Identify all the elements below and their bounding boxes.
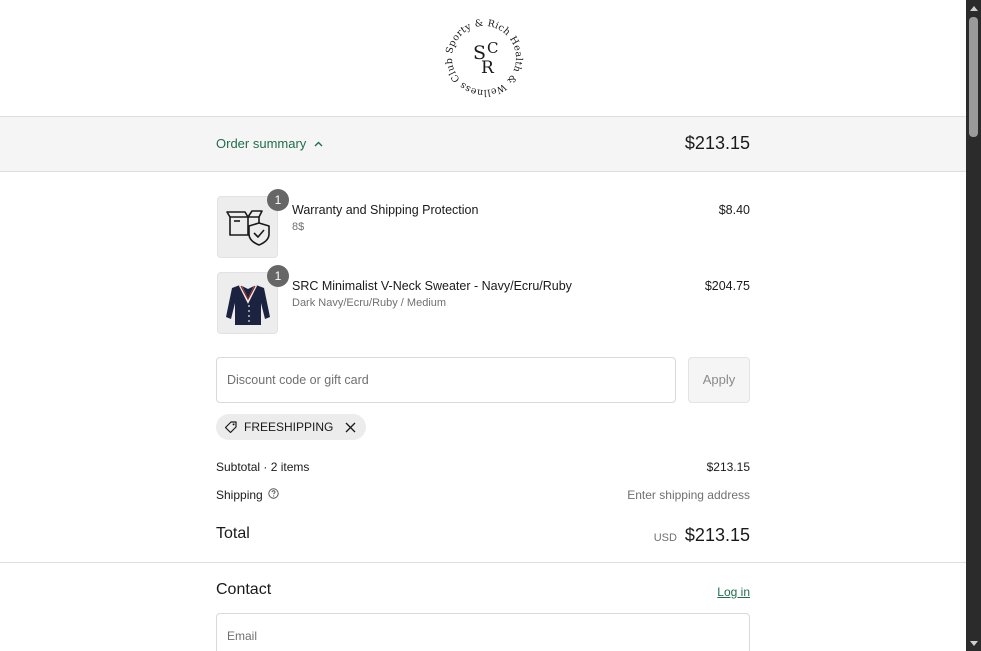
item-title: SRC Minimalist V-Neck Sweater - Navy/Ecr… xyxy=(292,279,572,293)
svg-text:R: R xyxy=(481,58,495,78)
subtotal-value: $213.15 xyxy=(706,460,750,474)
scrollbar-thumb[interactable] xyxy=(969,17,978,137)
help-icon[interactable] xyxy=(268,488,279,502)
subtotal-label: Subtotal · 2 items xyxy=(216,460,310,474)
total-value-group: USD $213.15 xyxy=(654,525,750,546)
shipping-label: Shipping xyxy=(216,488,263,502)
applied-discount-tag: FREESHIPPING xyxy=(216,414,367,440)
discount-code-label: FREESHIPPING xyxy=(244,420,334,434)
item-variant: Dark Navy/Ecru/Ruby / Medium xyxy=(292,297,447,309)
login-link[interactable]: Log in xyxy=(717,585,750,599)
currency-code: USD xyxy=(653,532,677,544)
quantity-badge: 1 xyxy=(267,265,289,287)
section-divider xyxy=(0,562,966,563)
item-price: $8.40 xyxy=(718,203,750,217)
header: Sporty & Rich Health & Wellness Club S C… xyxy=(0,0,966,117)
line-item: 1 SRC Minimalist V-Neck Sweater - Navy/E… xyxy=(216,265,750,336)
logo-seal: Sporty & Rich Health & Wellness Club S C… xyxy=(444,18,524,98)
product-thumbnail: 1 xyxy=(217,189,289,258)
item-price: $204.75 xyxy=(704,279,750,293)
contact-heading: Contact xyxy=(216,581,272,598)
order-summary-total: $213.15 xyxy=(684,133,750,153)
order-summary-toggle[interactable]: Order summary xyxy=(216,136,323,151)
discount-placeholder: Discount code or gift card xyxy=(227,373,369,387)
total-label: Total xyxy=(216,525,250,542)
total-amount: $213.15 xyxy=(684,525,750,545)
shipping-label-group: Shipping xyxy=(216,488,279,502)
order-summary-label: Order summary xyxy=(216,136,307,151)
scroll-down-arrow-icon[interactable] xyxy=(966,635,981,651)
email-field[interactable]: Email xyxy=(216,613,750,651)
chevron-up-icon xyxy=(314,141,323,147)
item-variant: 8$ xyxy=(292,221,305,233)
order-summary-bar: Order summary $213.15 xyxy=(0,117,966,172)
product-thumbnail: 1 xyxy=(217,265,289,334)
discount-code-input[interactable]: Discount code or gift card xyxy=(216,357,676,403)
svg-text:C: C xyxy=(487,39,498,57)
item-title: Warranty and Shipping Protection xyxy=(292,203,479,217)
close-icon[interactable] xyxy=(345,422,356,433)
shipping-value: Enter shipping address xyxy=(627,488,750,502)
line-item: 1 Warranty and Shipping Protection 8$ $8… xyxy=(216,189,750,260)
brand-logo[interactable]: Sporty & Rich Health & Wellness Club S C… xyxy=(441,15,527,101)
apply-button[interactable]: Apply xyxy=(688,357,750,403)
email-placeholder: Email xyxy=(227,629,258,643)
tag-icon xyxy=(224,420,238,434)
quantity-badge: 1 xyxy=(267,189,289,211)
scrollbar[interactable] xyxy=(966,0,981,651)
scroll-up-arrow-icon[interactable] xyxy=(966,0,981,16)
checkout-page: Sporty & Rich Health & Wellness Club S C… xyxy=(0,0,966,651)
